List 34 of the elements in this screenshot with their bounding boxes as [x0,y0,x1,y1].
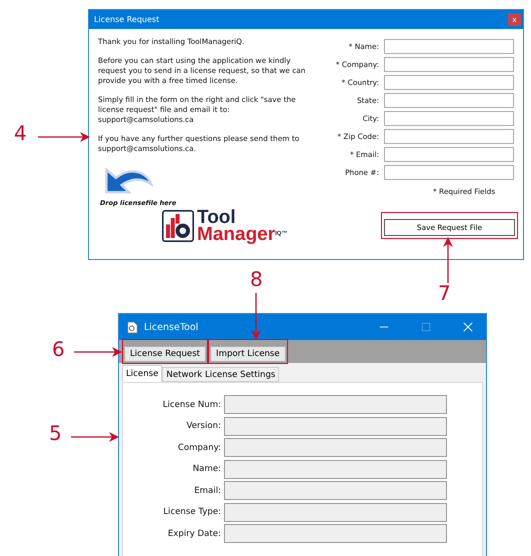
input-field[interactable] [384,38,514,54]
field-label: Name: [192,464,221,474]
input-field[interactable] [384,74,514,90]
field-label: License Num: [162,400,221,410]
logo-text: Tool [197,209,236,226]
maximize-icon[interactable] [421,322,431,332]
callout-number: 6 [52,338,65,360]
logo-icon [162,210,194,242]
close-icon[interactable] [463,322,473,332]
field-label: Version: [186,421,221,431]
input-field[interactable] [384,128,514,144]
callout-number: 5 [49,422,62,444]
window-title: License Request [94,15,160,24]
callout-number: 4 [14,122,27,144]
toolbar-button[interactable]: Import License [210,346,286,362]
field-label: Company: [176,442,221,452]
input-field[interactable] [384,146,514,162]
input-field[interactable] [384,164,514,180]
toolbar-button[interactable]: License Request [124,346,206,362]
window-title: LicenseTool [144,322,198,332]
input-field[interactable] [384,56,514,72]
field-label: License Type: [162,507,221,517]
field-label: Expiry Date: [166,528,221,538]
input-field[interactable] [384,92,514,108]
callout-number: 8 [250,268,263,290]
logo-text: Manager$^{IQ™}$ [197,226,288,243]
callout-number: 7 [438,282,451,304]
input-field[interactable] [384,110,514,126]
callout-arrow [38,131,90,143]
tab[interactable]: License [122,365,162,382]
tab[interactable]: Network License Settings [162,367,280,382]
callout-arrow [71,431,119,443]
document-icon [127,320,138,334]
field-label: Email: [193,486,221,496]
